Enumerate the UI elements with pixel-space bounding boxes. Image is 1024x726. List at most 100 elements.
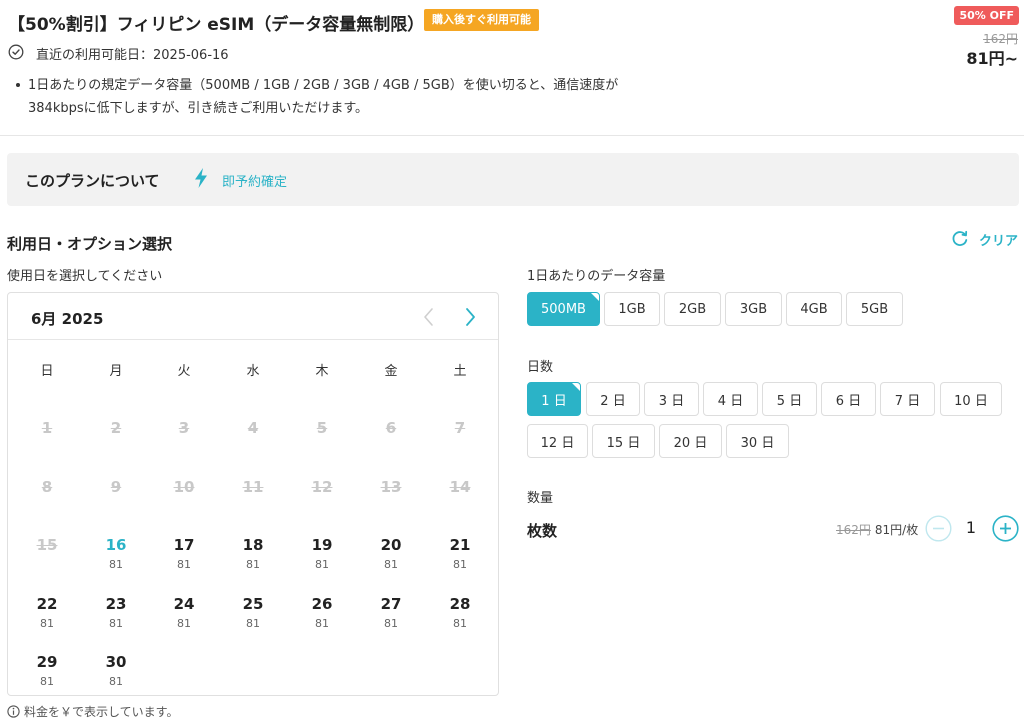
weekday-header: 火 [177,364,191,379]
calendar-day-number: 8 [41,478,53,496]
currency-note: 料金を￥で表示しています。 [7,703,178,720]
data-policy-line-1: 1日あたりの規定データ容量（500MB / 1GB / 2GB / 3GB / … [28,78,619,93]
weekday-header: 木 [315,364,329,379]
data-capacity-option[interactable]: 1GB [604,292,660,326]
date-calendar: 6月 2025 日月火水木金土 1 2 3 4 5 6 7 8 9 10 11 12 13 14 15 16 81… [7,292,499,696]
days-option[interactable]: 20 日 [659,424,722,458]
calendar-day[interactable]: 25 81 [228,594,278,642]
calendar-day-price: 81 [109,617,123,630]
days-option[interactable]: 4 日 [703,382,758,416]
calendar-day: 15 [22,535,72,583]
calendar-day-price: 81 [40,617,54,630]
currency-note-text: 料金を￥で表示しています。 [24,705,179,719]
calendar-day-number: 6 [385,419,397,437]
calendar-day-number: 17 [173,536,195,554]
days-option[interactable]: 15 日 [592,424,655,458]
discount-badge: 50% OFF [954,6,1019,25]
calendar-day: 13 [366,477,416,525]
calendar-day-number: 13 [380,478,402,496]
calendar-day-price: 81 [40,675,54,688]
chevron-right-icon[interactable] [458,305,482,329]
calendar-day-number: 22 [36,595,58,613]
days-option[interactable]: 2 日 [586,382,640,416]
calendar-day-number: 16 [105,536,127,554]
calendar-day-number: 20 [380,536,402,554]
calendar-day[interactable]: 23 81 [91,594,141,642]
calendar-day-number: 23 [105,595,127,613]
days-option[interactable]: 12 日 [527,424,588,458]
lightning-icon [195,168,207,188]
days-option[interactable]: 6 日 [821,382,876,416]
calendar-day[interactable]: 16 81 [91,535,141,583]
calendar-day[interactable]: 17 81 [159,535,209,583]
calendar-day[interactable]: 21 81 [435,535,485,583]
calendar-day-price: 81 [384,558,398,571]
calendar-day[interactable]: 29 81 [22,652,72,700]
weekday-header: 金 [384,364,398,379]
unit-price: 162円 81円/枚 [836,521,918,538]
calendar-day-number: 30 [105,653,127,671]
calendar-day-number: 29 [36,653,58,671]
calendar-day[interactable]: 28 81 [435,594,485,642]
calendar-day-price: 81 [246,558,260,571]
calendar-day-price: 81 [109,558,123,571]
data-policy-line-2: 384kbpsに低下しますが、引き続きご利用いただけます。 [28,101,369,116]
calendar-day[interactable]: 20 81 [366,535,416,583]
calendar-day[interactable]: 18 81 [228,535,278,583]
calendar-day[interactable]: 30 81 [91,652,141,700]
calendar-day[interactable]: 22 81 [22,594,72,642]
data-capacity-option[interactable]: 5GB [846,292,903,326]
weekday-header: 土 [453,364,467,379]
calendar-day: 6 [366,418,416,466]
instant-confirm-label: 即予約確定 [222,175,288,190]
calendar-day-number: 24 [173,595,195,613]
days-option[interactable]: 3 日 [644,382,699,416]
calendar-day-number: 12 [311,478,333,496]
calendar-day[interactable]: 19 81 [297,535,347,583]
calendar-day-number: 7 [454,419,466,437]
current-price: 81円~ [966,49,1018,68]
quantity-value[interactable]: 1 [961,518,981,537]
data-capacity-option[interactable]: 3GB [725,292,782,326]
decrease-quantity-button[interactable] [925,515,952,542]
instant-use-badge: 購入後すぐ利用可能 [424,9,539,31]
calendar-day-number: 1 [41,419,53,437]
days-option[interactable]: 10 日 [940,382,1002,416]
clear-button[interactable]: クリア [951,229,1018,249]
days-option[interactable]: 30 日 [726,424,789,458]
data-capacity-option[interactable]: 4GB [786,292,842,326]
calendar-day[interactable]: 27 81 [366,594,416,642]
calendar-day[interactable]: 24 81 [159,594,209,642]
chevron-left-icon[interactable] [417,305,441,329]
calendar-day-number: 18 [242,536,264,554]
about-plan-title: このプランについて [25,172,160,190]
calendar-day: 4 [228,418,278,466]
calendar-day: 10 [159,477,209,525]
weekday-header: 水 [246,364,260,379]
increase-quantity-button[interactable] [992,515,1019,542]
days-option[interactable]: 7 日 [880,382,935,416]
calendar-day-price: 81 [453,558,467,571]
calendar-day-price: 81 [315,617,329,630]
data-capacity-option[interactable]: 2GB [664,292,721,326]
data-capacity-option[interactable]: 500MB [527,292,600,326]
unit-price-original: 162円 [836,523,871,537]
calendar-day-price: 81 [453,617,467,630]
header-divider [0,135,1024,136]
calendar-month-label: 6月 2025 [31,310,104,328]
calendar-day-number: 21 [449,536,471,554]
days-option[interactable]: 1 日 [527,382,581,416]
calendar-day-price: 81 [246,617,260,630]
unit-price-current: 81円/枚 [874,523,919,537]
calendar-day: 8 [22,477,72,525]
calendar-day-number: 10 [173,478,195,496]
weekday-header: 月 [109,364,123,379]
calendar-day-price: 81 [177,558,191,571]
selection-title: 利用日・オプション選択 [7,235,173,253]
calendar-day[interactable]: 26 81 [297,594,347,642]
calendar-day-number: 4 [247,419,259,437]
date-select-label: 使用日を選択してください [7,269,163,284]
calendar-day-number: 9 [110,478,122,496]
days-option[interactable]: 5 日 [762,382,817,416]
calendar-day-number: 26 [311,595,333,613]
